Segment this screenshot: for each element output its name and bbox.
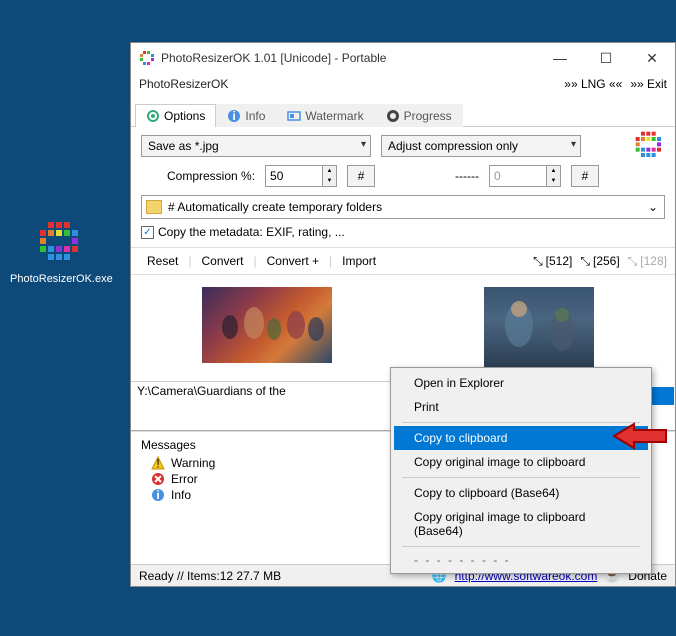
tab-watermark-label: Watermark bbox=[305, 109, 363, 123]
thumbnail-item[interactable]: Y:\Camera\Guardians of the bbox=[131, 275, 403, 430]
menu-copy-to-clipboard[interactable]: Copy to clipboard bbox=[394, 426, 648, 450]
menu-copy-original-to-clipboard[interactable]: Copy original image to clipboard bbox=[394, 450, 648, 474]
watermark-icon bbox=[287, 109, 301, 123]
output-folder-select[interactable]: # Automatically create temporary folders bbox=[141, 195, 665, 219]
actionbar: Reset | Convert | Convert + | Import ⤡[5… bbox=[131, 247, 675, 275]
error-icon bbox=[151, 472, 165, 486]
resize-icon: ⤡ bbox=[628, 254, 638, 269]
menu-separator bbox=[402, 546, 640, 547]
hash-button-2[interactable]: # bbox=[571, 165, 599, 187]
size-512-button[interactable]: ⤡[512] bbox=[533, 254, 572, 269]
app-logo-corner-icon[interactable] bbox=[633, 129, 665, 161]
tab-info-label: Info bbox=[245, 109, 265, 123]
svg-text:i: i bbox=[233, 109, 236, 123]
copy-metadata-label: Copy the metadata: EXIF, rating, ... bbox=[158, 225, 345, 239]
compression-input[interactable]: 50 ▲▼ bbox=[265, 165, 337, 187]
tab-progress[interactable]: Progress bbox=[375, 104, 463, 127]
app-icon bbox=[139, 50, 155, 66]
svg-text:!: ! bbox=[156, 457, 159, 471]
thumbnail-caption: Y:\Camera\Guardians of the bbox=[131, 381, 402, 400]
desktop-icon-label: PhotoResizerOK.exe bbox=[10, 273, 110, 285]
desktop-shortcut[interactable]: PhotoResizerOK.exe bbox=[10, 218, 110, 285]
menu-more[interactable]: - - - - - - - - - bbox=[394, 550, 648, 570]
menu-copy-base64[interactable]: Copy to clipboard (Base64) bbox=[394, 481, 648, 505]
info-icon: i bbox=[151, 488, 165, 502]
tab-progress-label: Progress bbox=[404, 109, 452, 123]
context-menu: Open in Explorer Print Copy to clipboard… bbox=[390, 367, 652, 574]
resize-icon: ⤡ bbox=[580, 254, 590, 269]
thumbnail-image bbox=[202, 287, 332, 363]
spinner-icon[interactable]: ▲▼ bbox=[322, 166, 336, 186]
import-button[interactable]: Import bbox=[334, 252, 384, 270]
lng-menu[interactable]: »» LNG «« bbox=[564, 77, 622, 91]
progress-icon bbox=[386, 109, 400, 123]
menu-copy-original-base64[interactable]: Copy original image to clipboard (Base64… bbox=[394, 505, 648, 543]
tab-options-label: Options bbox=[164, 109, 205, 123]
reset-button[interactable]: Reset bbox=[139, 252, 186, 270]
svg-text:i: i bbox=[156, 488, 159, 502]
spinner-icon[interactable]: ▲▼ bbox=[546, 166, 560, 186]
tab-watermark[interactable]: Watermark bbox=[276, 104, 374, 127]
folder-icon bbox=[146, 200, 162, 214]
gear-icon bbox=[146, 109, 160, 123]
app-logo-icon bbox=[36, 218, 84, 266]
menu-print[interactable]: Print bbox=[394, 395, 648, 419]
size-256-button[interactable]: ⤡[256] bbox=[580, 254, 619, 269]
compression-mode-select[interactable]: Adjust compression only bbox=[381, 135, 581, 157]
options-panel: Save as *.jpg Adjust compression only Co… bbox=[131, 127, 675, 247]
window-title: PhotoResizerOK 1.01 [Unicode] - Portable bbox=[161, 51, 537, 65]
exit-menu[interactable]: »» Exit bbox=[630, 77, 667, 91]
menu-separator bbox=[402, 477, 640, 478]
titlebar[interactable]: PhotoResizerOK 1.01 [Unicode] - Portable… bbox=[131, 43, 675, 73]
tab-options[interactable]: Options bbox=[135, 104, 216, 127]
convert-plus-button[interactable]: Convert + bbox=[259, 252, 327, 270]
size-dash-label: ------ bbox=[455, 169, 479, 183]
menu-separator bbox=[402, 422, 640, 423]
status-text: Ready // Items:12 27.7 MB bbox=[139, 569, 424, 583]
thumbnail-image bbox=[484, 287, 594, 369]
minimize-button[interactable]: — bbox=[537, 43, 583, 73]
convert-button[interactable]: Convert bbox=[193, 252, 251, 270]
warning-icon: ! bbox=[151, 456, 165, 470]
tabbar: Options i Info Watermark Progress bbox=[131, 99, 675, 127]
compression-label: Compression %: bbox=[167, 169, 255, 183]
resize-icon: ⤡ bbox=[533, 254, 543, 269]
close-button[interactable]: ✕ bbox=[629, 43, 675, 73]
info-icon: i bbox=[227, 109, 241, 123]
maximize-button[interactable]: ☐ bbox=[583, 43, 629, 73]
size-input[interactable]: 0 ▲▼ bbox=[489, 165, 561, 187]
menubar: PhotoResizerOK »» LNG «« »» Exit bbox=[131, 73, 675, 95]
menu-open-in-explorer[interactable]: Open in Explorer bbox=[394, 371, 648, 395]
tab-info[interactable]: i Info bbox=[216, 104, 276, 127]
size-128-button[interactable]: ⤡[128] bbox=[628, 254, 667, 269]
app-name-label: PhotoResizerOK bbox=[139, 77, 556, 91]
copy-metadata-checkbox[interactable]: ✓ bbox=[141, 226, 154, 239]
hash-button-1[interactable]: # bbox=[347, 165, 375, 187]
annotation-arrow-icon bbox=[612, 421, 668, 451]
save-as-select[interactable]: Save as *.jpg bbox=[141, 135, 371, 157]
